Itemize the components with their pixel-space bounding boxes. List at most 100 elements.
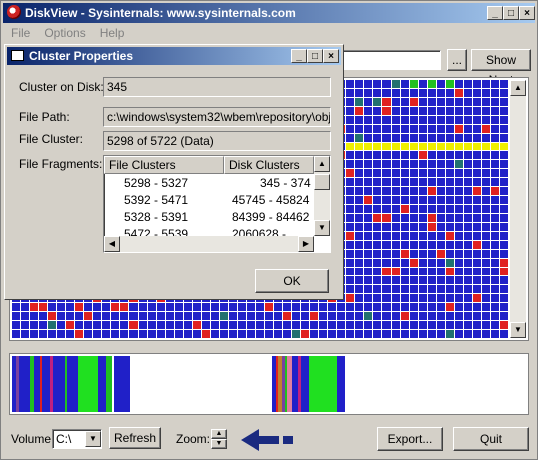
cluster-cell[interactable]: [400, 222, 409, 231]
main-title-bar[interactable]: DiskView - Sysinternals: www.sysinternal…: [3, 3, 535, 23]
cluster-cell[interactable]: [355, 178, 364, 187]
close-button[interactable]: ×: [519, 6, 535, 20]
cluster-cell[interactable]: [192, 303, 201, 312]
cluster-cell[interactable]: [364, 231, 373, 240]
cluster-cell[interactable]: [481, 330, 490, 338]
menu-help[interactable]: Help: [100, 26, 125, 40]
cluster-cell[interactable]: [382, 267, 391, 276]
cluster-cell[interactable]: [400, 106, 409, 115]
cluster-cell[interactable]: [346, 285, 355, 294]
cluster-map-scrollbar[interactable]: ▲ ▼: [510, 80, 526, 338]
cluster-cell[interactable]: [373, 106, 382, 115]
cluster-cell[interactable]: [499, 124, 508, 133]
cluster-cell[interactable]: [454, 312, 463, 321]
cluster-cell[interactable]: [481, 124, 490, 133]
cluster-cell[interactable]: [364, 276, 373, 285]
cluster-cell[interactable]: [409, 276, 418, 285]
cluster-cell[interactable]: [373, 294, 382, 303]
cluster-cell[interactable]: [427, 231, 436, 240]
cluster-cell[interactable]: [472, 160, 481, 169]
cluster-cell[interactable]: [373, 169, 382, 178]
cluster-cell[interactable]: [156, 330, 165, 338]
cluster-cell[interactable]: [165, 303, 174, 312]
cluster-cell[interactable]: [337, 321, 346, 330]
cluster-cell[interactable]: [39, 312, 48, 321]
cluster-cell[interactable]: [481, 151, 490, 160]
cluster-cell[interactable]: [400, 178, 409, 187]
cluster-cell[interactable]: [454, 205, 463, 213]
cluster-cell[interactable]: [400, 321, 409, 330]
cluster-cell[interactable]: [481, 303, 490, 312]
cluster-cell[interactable]: [301, 321, 310, 330]
cluster-cell[interactable]: [400, 276, 409, 285]
cluster-cell[interactable]: [472, 294, 481, 303]
cluster-cell[interactable]: [472, 231, 481, 240]
scroll-down-icon[interactable]: ▼: [314, 220, 330, 236]
cluster-cell[interactable]: [21, 303, 30, 312]
cluster-cell[interactable]: [490, 258, 499, 267]
cluster-cell[interactable]: [445, 124, 454, 133]
cluster-cell[interactable]: [481, 205, 490, 213]
column-disk-clusters[interactable]: Disk Clusters: [224, 156, 314, 174]
cluster-cell[interactable]: [490, 294, 499, 303]
cluster-cell[interactable]: [427, 312, 436, 321]
cluster-cell[interactable]: [427, 178, 436, 187]
cluster-cell[interactable]: [364, 151, 373, 160]
cluster-cell[interactable]: [454, 231, 463, 240]
cluster-cell[interactable]: [436, 258, 445, 267]
cluster-cell[interactable]: [490, 142, 499, 151]
cluster-cell[interactable]: [436, 97, 445, 106]
cluster-cell[interactable]: [481, 267, 490, 276]
cluster-cell[interactable]: [445, 267, 454, 276]
cluster-cell[interactable]: [373, 80, 382, 88]
cluster-cell[interactable]: [463, 115, 472, 124]
cluster-cell[interactable]: [445, 142, 454, 151]
cluster-cell[interactable]: [463, 160, 472, 169]
scroll-down-icon[interactable]: ▼: [510, 322, 526, 338]
cluster-cell[interactable]: [463, 294, 472, 303]
cluster-cell[interactable]: [436, 169, 445, 178]
cluster-cell[interactable]: [454, 240, 463, 249]
cluster-cell[interactable]: [499, 160, 508, 169]
cluster-cell[interactable]: [346, 231, 355, 240]
cluster-cell[interactable]: [445, 258, 454, 267]
cluster-cell[interactable]: [183, 303, 192, 312]
cluster-cell[interactable]: [418, 80, 427, 88]
cluster-cell[interactable]: [337, 330, 346, 338]
cluster-cell[interactable]: [454, 285, 463, 294]
cluster-cell[interactable]: [382, 142, 391, 151]
cluster-cell[interactable]: [409, 142, 418, 151]
cluster-cell[interactable]: [346, 213, 355, 222]
cluster-cell[interactable]: [337, 303, 346, 312]
zoom-down-button[interactable]: ▼: [211, 439, 227, 449]
cluster-cell[interactable]: [346, 330, 355, 338]
cluster-cell[interactable]: [391, 321, 400, 330]
cluster-cell[interactable]: [346, 249, 355, 258]
cluster-cell[interactable]: [472, 178, 481, 187]
cluster-cell[interactable]: [436, 178, 445, 187]
cluster-cell[interactable]: [445, 249, 454, 258]
cluster-cell[interactable]: [382, 321, 391, 330]
cluster-cell[interactable]: [355, 285, 364, 294]
cluster-cell[interactable]: [355, 97, 364, 106]
cluster-cell[interactable]: [382, 133, 391, 142]
cluster-cell[interactable]: [346, 267, 355, 276]
cluster-cell[interactable]: [463, 196, 472, 205]
cluster-cell[interactable]: [445, 303, 454, 312]
cluster-cell[interactable]: [418, 249, 427, 258]
cluster-cell[interactable]: [382, 151, 391, 160]
cluster-cell[interactable]: [237, 330, 246, 338]
cluster-cell[interactable]: [355, 187, 364, 196]
cluster-cell[interactable]: [346, 142, 355, 151]
cluster-cell[interactable]: [355, 205, 364, 213]
cluster-cell[interactable]: [427, 142, 436, 151]
cluster-cell[interactable]: [355, 151, 364, 160]
cluster-cell[interactable]: [373, 213, 382, 222]
cluster-cell[interactable]: [84, 303, 93, 312]
cluster-cell[interactable]: [409, 97, 418, 106]
cluster-cell[interactable]: [418, 187, 427, 196]
cluster-cell[interactable]: [355, 276, 364, 285]
cluster-cell[interactable]: [436, 249, 445, 258]
cluster-cell[interactable]: [391, 267, 400, 276]
cluster-cell[interactable]: [400, 330, 409, 338]
